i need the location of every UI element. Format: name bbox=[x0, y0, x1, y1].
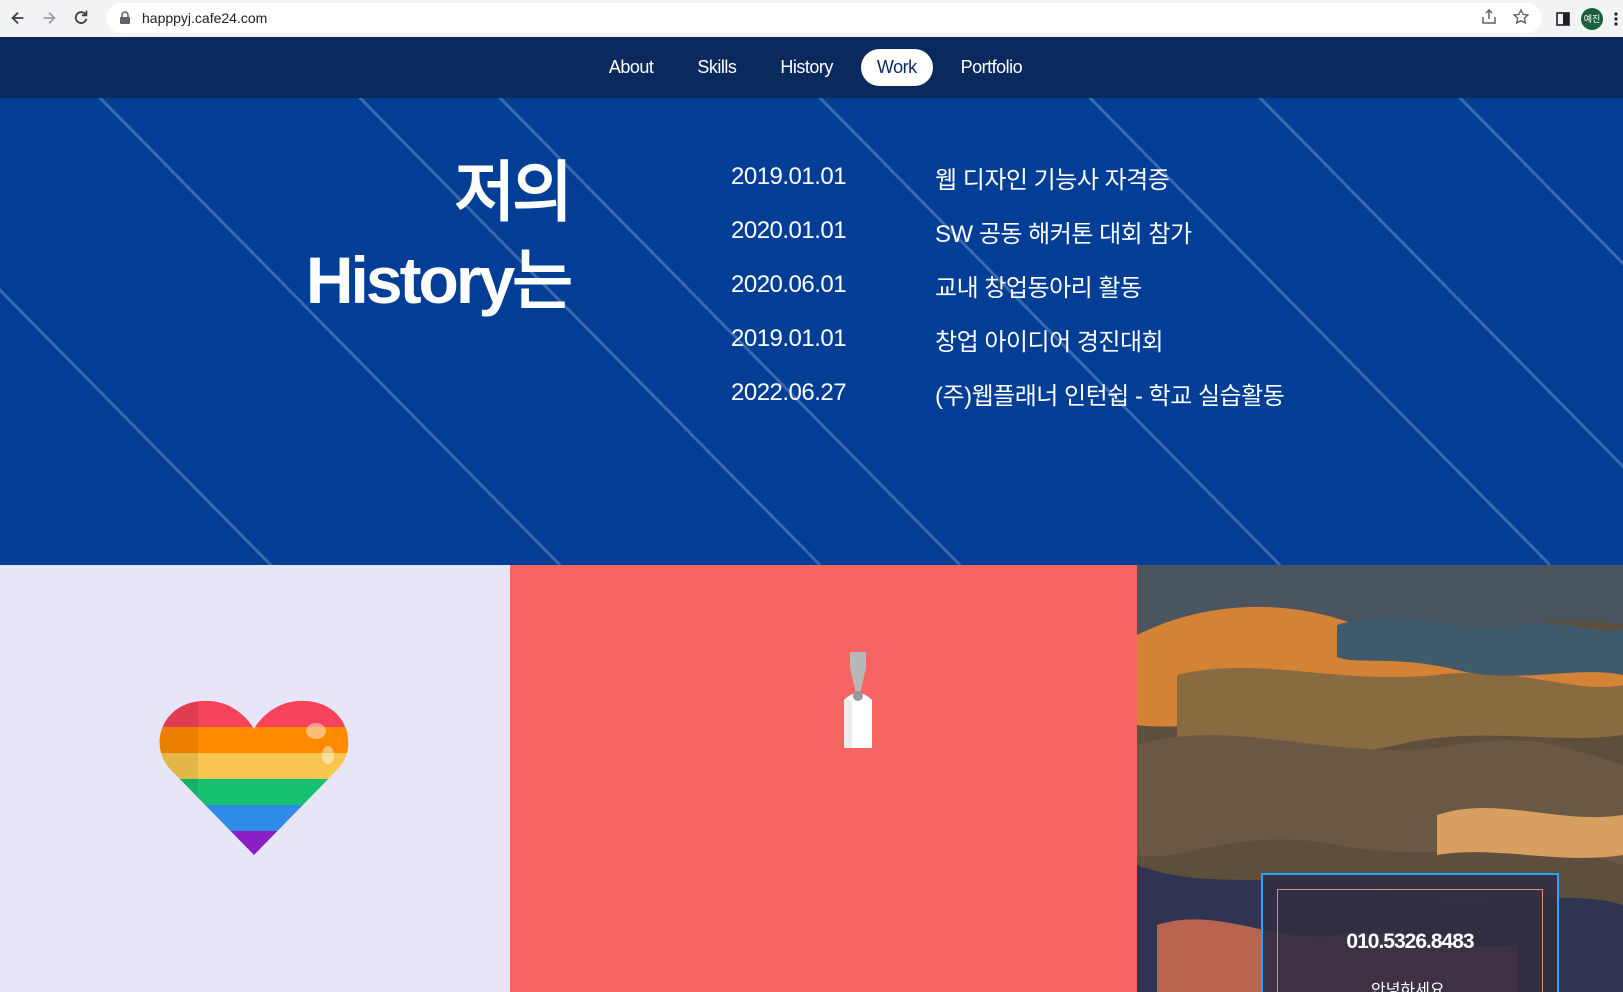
reload-icon[interactable] bbox=[66, 3, 96, 33]
history-date: 2019.01.01 bbox=[731, 163, 847, 190]
nav-work[interactable]: Work bbox=[860, 49, 933, 86]
bookmark-star-icon[interactable] bbox=[1512, 8, 1530, 26]
nav-history[interactable]: History bbox=[764, 49, 849, 86]
menu-dots-icon[interactable] bbox=[1613, 11, 1619, 27]
back-arrow-icon[interactable] bbox=[3, 3, 33, 33]
lock-icon bbox=[120, 11, 130, 24]
price-tag-icon bbox=[844, 652, 872, 748]
history-title: 저의 History는 bbox=[200, 148, 573, 324]
address-bar[interactable]: happpyj.cafe24.com bbox=[106, 3, 1542, 33]
history-row: 2019.01.01 창업 아이디어 경진대회 bbox=[731, 312, 1284, 366]
history-date: 2020.06.01 bbox=[731, 271, 847, 298]
side-panel-icon[interactable] bbox=[1555, 11, 1571, 27]
history-row: 2020.01.01 SW 공동 해커톤 대회 참가 bbox=[731, 204, 1284, 258]
history-text: 웹 디자인 기능사 자격증 bbox=[935, 166, 1170, 194]
contact-greeting: 안녕하세요. bbox=[1370, 982, 1450, 992]
nav-about[interactable]: About bbox=[593, 49, 670, 86]
url-text: happpyj.cafe24.com bbox=[142, 10, 268, 26]
history-row: 2022.06.27 (주)웹플래너 인턴쉽 - 학교 실습활동 bbox=[731, 366, 1285, 420]
history-text: SW 공동 해커톤 대회 참가 bbox=[935, 220, 1192, 248]
rainbow-heart-icon bbox=[159, 700, 349, 856]
contact-box: 010.5326.8483 안녕하세요. bbox=[1261, 873, 1559, 992]
share-icon[interactable] bbox=[1480, 8, 1498, 26]
history-row: 2020.06.01 교내 창업동아리 활동 bbox=[731, 258, 1284, 312]
history-text: 창업 아이디어 경진대회 bbox=[935, 328, 1164, 356]
browser-toolbar: happpyj.cafe24.com 예진 bbox=[0, 0, 1623, 37]
profile-avatar[interactable]: 예진 bbox=[1581, 7, 1603, 30]
history-text: (주)웹플래너 인턴쉽 - 학교 실습활동 bbox=[935, 382, 1285, 410]
history-title-line2: History는 bbox=[305, 243, 573, 317]
contact-phone: 010.5326.8483 bbox=[1346, 930, 1474, 953]
nav-skills[interactable]: Skills bbox=[681, 49, 752, 86]
history-date: 2022.06.27 bbox=[731, 379, 847, 406]
site-nav: About Skills History Work Portfolio bbox=[0, 37, 1623, 98]
forward-arrow-icon[interactable] bbox=[34, 3, 64, 33]
contact-inner-frame: 010.5326.8483 안녕하세요. bbox=[1277, 889, 1543, 992]
history-date: 2020.01.01 bbox=[731, 217, 847, 244]
history-text: 교내 창업동아리 활동 bbox=[935, 274, 1142, 302]
history-row: 2019.01.01 웹 디자인 기능사 자격증 bbox=[731, 150, 1284, 204]
work-card-heart[interactable] bbox=[0, 565, 510, 992]
history-date: 2019.01.01 bbox=[731, 325, 847, 352]
work-card-art[interactable]: 010.5326.8483 안녕하세요. bbox=[1137, 565, 1623, 992]
history-section: 저의 History는 2019.01.01 웹 디자인 기능사 자격증 202… bbox=[0, 98, 1623, 565]
nav-portfolio[interactable]: Portfolio bbox=[945, 49, 1039, 86]
history-list: 2019.01.01 웹 디자인 기능사 자격증 2020.01.01 SW 공… bbox=[731, 150, 1285, 420]
work-card-coral[interactable] bbox=[510, 565, 1137, 992]
history-title-line1: 저의 bbox=[454, 155, 573, 229]
